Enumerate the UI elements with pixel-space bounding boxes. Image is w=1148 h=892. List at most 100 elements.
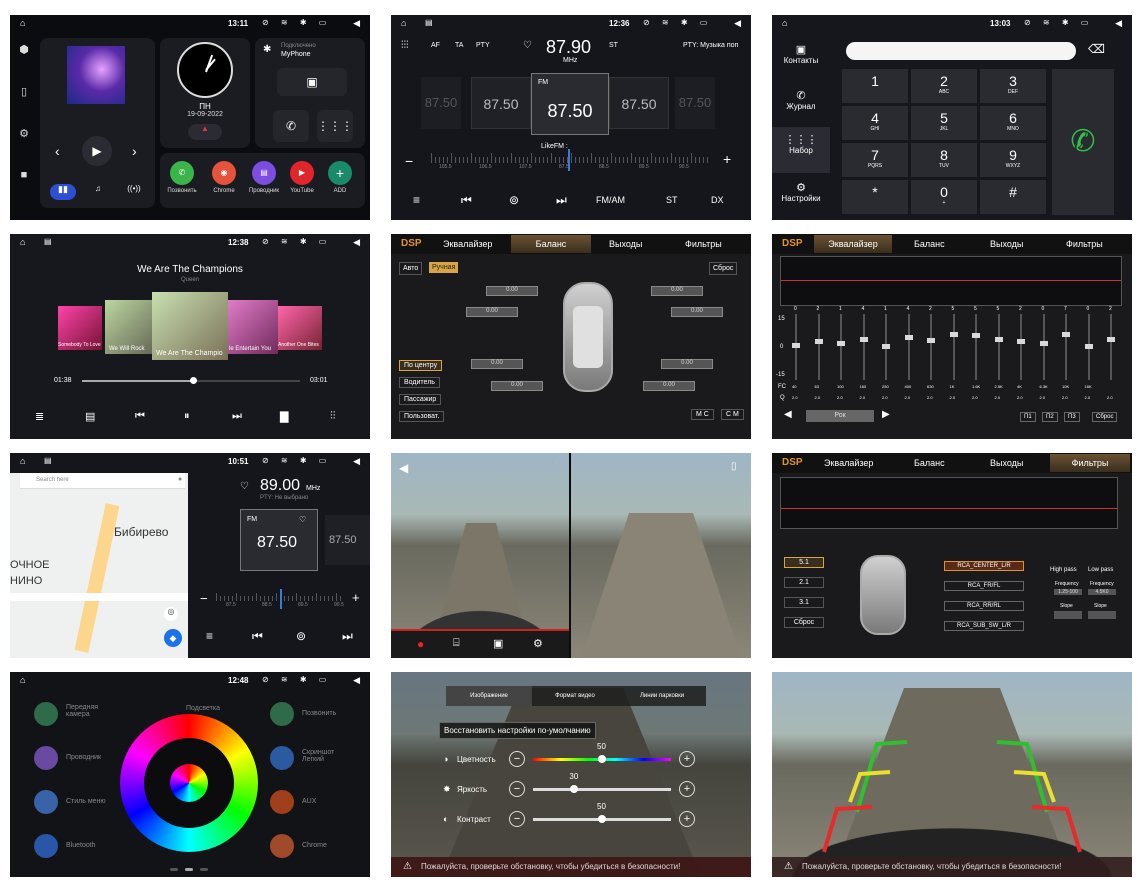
preset-card[interactable]: 87.50 bbox=[421, 77, 461, 129]
increase-button[interactable]: + bbox=[679, 781, 695, 797]
band-slider[interactable] bbox=[975, 314, 977, 380]
front-camera-app-icon[interactable] bbox=[34, 702, 58, 726]
tab-equalizer[interactable]: Эквалайзер bbox=[443, 239, 492, 249]
decrease-button[interactable]: − bbox=[509, 751, 525, 767]
band-slider[interactable] bbox=[997, 314, 1000, 380]
tab-outputs[interactable]: Выходы bbox=[990, 239, 1023, 249]
band-slider[interactable] bbox=[1065, 314, 1067, 380]
keypad-key[interactable]: 1 bbox=[842, 69, 908, 103]
band-knob[interactable] bbox=[882, 344, 890, 349]
tab-contacts[interactable]: ▣ Контакты bbox=[772, 43, 830, 65]
page-dot[interactable] bbox=[200, 868, 208, 871]
cube-icon[interactable]: ⬢ bbox=[15, 43, 33, 85]
search-input[interactable]: Search here ● bbox=[20, 473, 185, 489]
bluetooth-widget[interactable]: ✱ Подключено MyPhone ▣ ✆ ⋮⋮⋮ bbox=[255, 38, 365, 148]
mode-passenger[interactable]: Пассажир bbox=[399, 394, 442, 405]
home-icon[interactable]: ⌂ bbox=[20, 237, 25, 247]
call-button[interactable]: ✆ bbox=[1052, 69, 1114, 215]
output-rca-front[interactable]: RCA_FR/FL bbox=[944, 581, 1024, 591]
prev-icon[interactable]: ‹ bbox=[55, 143, 60, 159]
slider-track[interactable] bbox=[533, 788, 671, 791]
phone-link-icon[interactable]: ▯ bbox=[15, 85, 33, 127]
mode-driver[interactable]: Водитель bbox=[399, 377, 440, 388]
keypad-key[interactable]: 2 ABC bbox=[911, 69, 977, 103]
file-manager-app-icon[interactable] bbox=[34, 746, 58, 770]
reset-button[interactable]: Сброс bbox=[709, 262, 738, 275]
band-slider[interactable] bbox=[1042, 314, 1045, 380]
tune-down-button[interactable]: − bbox=[200, 591, 208, 606]
preset-card[interactable]: 87.50 bbox=[471, 77, 531, 129]
band-slider[interactable] bbox=[1110, 314, 1112, 380]
page-dot-active[interactable] bbox=[185, 868, 193, 871]
tab-parking-lines[interactable]: Линии парковки bbox=[618, 686, 706, 706]
home-icon[interactable]: ⌂ bbox=[782, 18, 787, 28]
auto-button[interactable]: Авто bbox=[399, 262, 423, 275]
tab-video-format[interactable]: Формат видео bbox=[532, 686, 618, 706]
youtube-app-icon[interactable]: ▶ bbox=[290, 161, 314, 185]
lock-icon[interactable]: ▣ bbox=[493, 637, 503, 650]
favorite-heart-icon[interactable]: ♡ bbox=[240, 481, 249, 492]
mode-custom[interactable]: Пользоват. bbox=[399, 411, 445, 422]
aux-app-icon[interactable] bbox=[270, 790, 294, 814]
band-slider[interactable] bbox=[840, 314, 842, 380]
preset-prev-icon[interactable]: ◀ bbox=[784, 409, 792, 420]
band-knob[interactable] bbox=[927, 338, 935, 343]
back-icon[interactable]: ◀ bbox=[353, 237, 360, 248]
music-note-icon[interactable]: ♫ bbox=[88, 184, 108, 193]
equalizer-icon[interactable]: ⫶⫶ bbox=[330, 410, 336, 423]
tune-up-button[interactable]: + bbox=[723, 151, 731, 167]
back-icon[interactable]: ◀ bbox=[734, 18, 741, 29]
preset-p3-button[interactable]: П3 bbox=[1064, 412, 1080, 422]
equalizer-icon[interactable]: ⫶⫶⫶ bbox=[401, 40, 409, 51]
playlist-icon[interactable]: ▮▮ bbox=[50, 184, 76, 200]
band-knob[interactable] bbox=[859, 336, 868, 342]
keypad-key[interactable]: 5 JKL bbox=[911, 106, 977, 140]
home-icon[interactable]: ⌂ bbox=[20, 18, 25, 28]
home-icon[interactable]: ⌂ bbox=[20, 675, 25, 685]
reset-button[interactable]: Сброс bbox=[1092, 412, 1118, 422]
band-slider[interactable] bbox=[817, 314, 820, 380]
gain-field[interactable]: 0.00 bbox=[466, 307, 518, 317]
band-knob[interactable] bbox=[1039, 341, 1048, 346]
output-rca-sub[interactable]: RCA_SUB_SW_L/R bbox=[944, 621, 1024, 631]
back-icon[interactable]: ◀ bbox=[353, 675, 360, 686]
back-icon[interactable]: ◀ bbox=[353, 456, 360, 467]
add-app-icon[interactable]: + bbox=[328, 161, 352, 185]
tab-equalizer[interactable]: Эквалайзер bbox=[814, 235, 892, 253]
band-knob[interactable] bbox=[814, 339, 823, 345]
tuning-scale[interactable]: 105.5 106.5 107.5 87.5 88.5 89.5 90.5 bbox=[431, 153, 711, 170]
band-knob[interactable] bbox=[837, 341, 845, 346]
heart-icon[interactable]: ♡ bbox=[299, 515, 306, 524]
hp-frequency-field[interactable]: 1.25-100 bbox=[1054, 589, 1082, 595]
chrome-app-icon[interactable]: ◉ bbox=[212, 161, 236, 185]
window-icon[interactable]: ▤ bbox=[44, 456, 52, 465]
camera-icon[interactable]: ■ bbox=[15, 169, 33, 211]
band-knob[interactable] bbox=[949, 332, 958, 337]
decrease-button[interactable]: − bbox=[509, 781, 525, 797]
tab-equalizer[interactable]: Эквалайзер bbox=[824, 458, 873, 468]
radio-icon[interactable]: ((•)) bbox=[122, 184, 146, 193]
keypad-key[interactable]: 3 DEF bbox=[980, 69, 1046, 103]
call-app-icon[interactable]: ✆ bbox=[170, 161, 194, 185]
prev-icon[interactable]: ⏮ bbox=[135, 410, 145, 423]
cm-button[interactable]: C M bbox=[721, 409, 744, 420]
tab-balance[interactable]: Баланс bbox=[511, 235, 591, 253]
lp-slope-field[interactable] bbox=[1088, 611, 1116, 619]
reset-button[interactable]: Сброс bbox=[784, 617, 824, 628]
band-slider[interactable] bbox=[862, 314, 865, 380]
band-knob[interactable] bbox=[1107, 336, 1115, 342]
mode-5-1[interactable]: 5.1 bbox=[784, 557, 824, 568]
band-switch-button[interactable]: FM/AM bbox=[596, 195, 625, 205]
tab-settings[interactable]: ⚙ Настройки bbox=[772, 181, 830, 203]
car-icon[interactable]: ▲ bbox=[188, 124, 222, 140]
lp-frequency-field[interactable]: 4.5K0 bbox=[1088, 589, 1116, 595]
keypad-key[interactable]: # bbox=[980, 180, 1046, 214]
tune-up-button[interactable]: + bbox=[352, 590, 360, 605]
band-knob[interactable] bbox=[1017, 339, 1025, 345]
file-manager-app-icon[interactable]: ▤ bbox=[252, 161, 276, 185]
band-slider[interactable] bbox=[952, 314, 955, 380]
pty-button[interactable]: PTY bbox=[476, 42, 490, 49]
dialpad-button[interactable]: ⋮⋮⋮ bbox=[317, 110, 353, 142]
increase-button[interactable]: + bbox=[679, 751, 695, 767]
tab-filters[interactable]: Фильтры bbox=[685, 239, 722, 249]
